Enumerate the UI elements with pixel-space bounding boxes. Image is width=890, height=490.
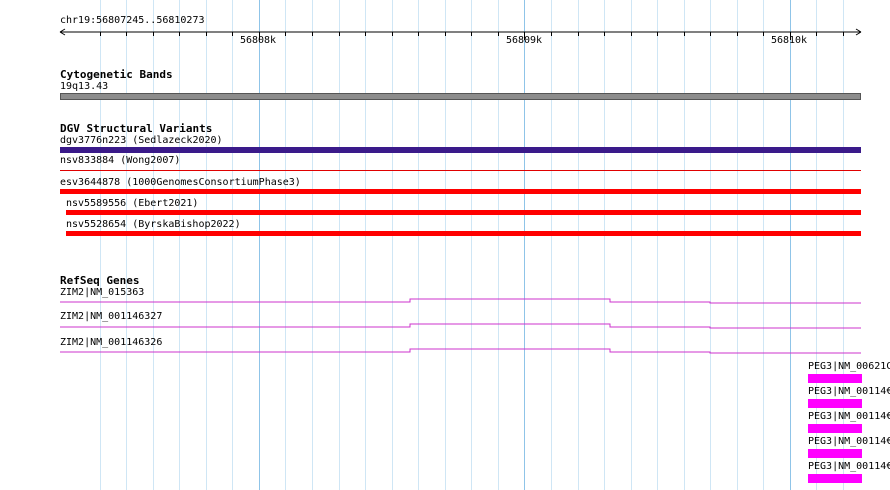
ruler-axis[interactable] [0, 24, 890, 44]
dgv-feature-label: nsv5589556 (Ebert2021) [66, 198, 199, 209]
gene-feature-bar[interactable] [808, 374, 862, 383]
gene-feature-bar[interactable] [808, 474, 862, 483]
refseq-track-title: RefSeq Genes [60, 274, 140, 287]
gene-label: PEG3|NM_00114€ [808, 386, 890, 397]
gene-label: PEG3|NM_00114€ [808, 436, 890, 447]
gene-feature-bar[interactable] [808, 424, 862, 433]
gene-label: PEG3|NM_00114€ [808, 411, 890, 422]
dgv-feature-bar[interactable] [66, 231, 861, 236]
dgv-feature-label: nsv833884 (Wong2007) [60, 155, 181, 166]
dgv-feature-label: esv3644878 (1000GenomesConsortiumPhase3) [60, 177, 301, 188]
zim2-transcripts [60, 298, 861, 354]
ruler-tick-label: 56809k [505, 35, 543, 46]
dgv-feature-label: nsv5528654 (ByrskaBishop2022) [66, 219, 241, 230]
dgv-feature-bar[interactable] [60, 147, 861, 153]
gene-feature-bar[interactable] [808, 399, 862, 408]
gene-transcript-line[interactable] [60, 298, 861, 304]
dgv-feature-bar[interactable] [66, 210, 861, 215]
ruler-tick-label: 56808k [239, 35, 277, 46]
ruler-tick-label: 56810k [770, 35, 808, 46]
gene-transcript-line[interactable] [60, 323, 861, 329]
dgv-track-title: DGV Structural Variants [60, 122, 213, 135]
gene-transcript-line[interactable] [60, 348, 861, 354]
cytoband-bar[interactable] [60, 93, 861, 100]
cytobands-track-title: Cytogenetic Bands [60, 68, 173, 81]
gene-label: PEG3|NM_00621C [808, 361, 890, 372]
dgv-feature-bar[interactable] [60, 170, 861, 171]
gene-feature-bar[interactable] [808, 449, 862, 458]
gene-label: PEG3|NM_00114€ [808, 461, 890, 472]
cytoband-label: 19q13.43 [60, 81, 109, 92]
dgv-feature-bar[interactable] [60, 189, 861, 194]
dgv-feature-label: dgv3776n223 (Sedlazeck2020) [60, 135, 223, 146]
